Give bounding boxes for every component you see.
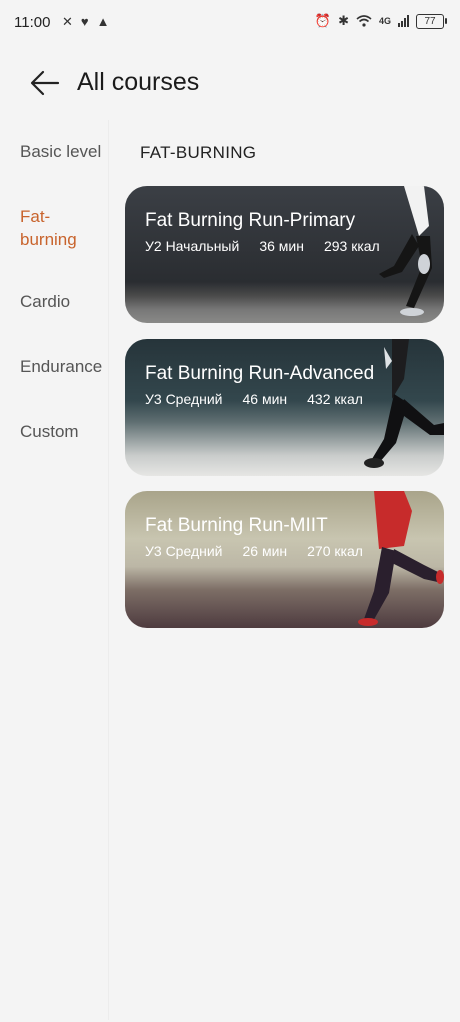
course-meta: У2 Начальный 36 мин 293 ккал [145, 238, 380, 254]
sidebar-item-cardio[interactable]: Cardio [20, 290, 70, 313]
course-title: Fat Burning Run-MIIT [145, 515, 328, 536]
bluetooth-icon: ✱ [338, 13, 349, 28]
triangle-warning-icon: ▲ [96, 14, 110, 29]
course-card-advanced[interactable]: Fat Burning Run-Advanced У3 Средний 46 м… [125, 339, 444, 476]
back-button[interactable] [28, 68, 62, 98]
course-level: У2 Начальный [145, 238, 240, 254]
course-card-primary[interactable]: Fat Burning Run-Primary У2 Начальный 36 … [125, 186, 444, 323]
health-heart-icon: ♥ [80, 14, 89, 29]
status-left-icons: ✕ ♥ ▲ [62, 14, 110, 30]
course-calories: 432 ккал [307, 391, 363, 407]
course-duration: 36 мин [259, 238, 304, 254]
course-calories: 293 ккал [323, 238, 380, 254]
battery-level: 77 [424, 15, 436, 27]
runner-image [334, 339, 444, 476]
sidebar-item-fat-burning[interactable]: Fat- burning [20, 205, 77, 251]
runner-image [334, 186, 444, 323]
network-type: 4G [378, 15, 391, 26]
category-sidebar: Basic level Fat- burning Cardio Enduranc… [0, 120, 109, 1020]
course-meta: У3 Средний 26 мин 270 ккал [145, 543, 363, 559]
sidebar-item-custom[interactable]: Custom [20, 420, 79, 443]
signal-icon [398, 15, 409, 27]
status-bar: 11:00 ✕ ♥ ▲ ⏰ ✱ 4G 77 [0, 0, 460, 44]
course-title: Fat Burning Run-Advanced [145, 363, 375, 384]
runner-image [334, 491, 444, 628]
section-title: FAT-BURNING [140, 143, 257, 162]
header: All courses [0, 58, 460, 108]
sidebar-item-basic-level[interactable]: Basic level [20, 140, 101, 163]
activity-icon: ✕ [62, 14, 73, 29]
wifi-icon [356, 15, 372, 27]
arrow-left-icon [30, 70, 60, 96]
course-title: Fat Burning Run-Primary [145, 210, 356, 231]
status-right-icons: ⏰ ✱ 4G 77 [314, 13, 447, 29]
course-level: У3 Средний [145, 543, 223, 559]
sidebar-item-endurance[interactable]: Endurance [20, 355, 102, 378]
course-card-miit[interactable]: Fat Burning Run-MIIT У3 Средний 26 мин 2… [125, 491, 444, 628]
course-meta: У3 Средний 46 мин 432 ккал [145, 391, 363, 407]
course-duration: 46 мин [242, 391, 288, 407]
alarm-icon: ⏰ [314, 13, 332, 28]
course-duration: 26 мин [242, 543, 288, 559]
course-calories: 270 ккал [307, 543, 363, 559]
battery-icon: 77 [416, 13, 447, 29]
status-time: 11:00 [14, 14, 51, 31]
page-title: All courses [77, 68, 200, 96]
course-level: У3 Средний [145, 391, 223, 407]
